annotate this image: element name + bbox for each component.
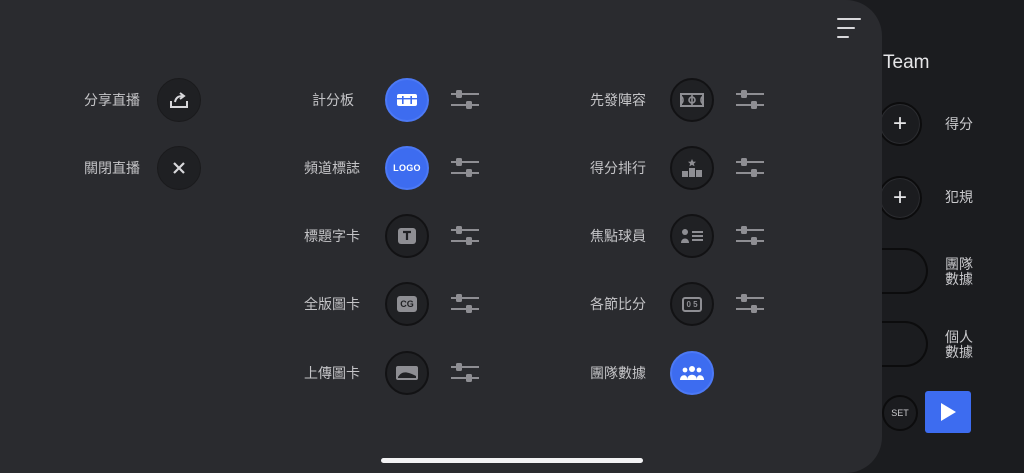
- player-stats-label-line1: 個人: [945, 329, 973, 345]
- team-stats-menu-button[interactable]: [670, 351, 714, 395]
- cg-icon: CG: [397, 296, 417, 312]
- close-icon: [173, 162, 185, 174]
- focus-player-label: 焦點球員: [590, 228, 646, 244]
- upload-card-button[interactable]: [385, 351, 429, 395]
- plus-icon: +: [892, 184, 907, 211]
- set-button[interactable]: SET: [882, 395, 918, 431]
- add-score-label: 得分: [945, 116, 973, 132]
- starting-lineup-label: 先發陣容: [590, 92, 646, 108]
- score-ranking-button[interactable]: [670, 146, 714, 190]
- quarter-score-settings-icon[interactable]: [736, 293, 764, 315]
- add-foul-button[interactable]: +: [878, 176, 922, 220]
- quarter-score-label: 各節比分: [590, 296, 646, 312]
- add-foul-label: 犯規: [945, 189, 973, 205]
- team-stats-row[interactable]: [878, 248, 928, 294]
- focus-player-settings-icon[interactable]: [736, 225, 764, 247]
- plus-icon: +: [892, 110, 907, 137]
- channel-logo-settings-icon[interactable]: [451, 157, 479, 179]
- title-card-button[interactable]: [385, 214, 429, 258]
- full-card-settings-icon[interactable]: [451, 293, 479, 315]
- add-score-row[interactable]: +: [878, 102, 922, 146]
- channel-logo-button[interactable]: LOGO: [385, 146, 429, 190]
- player-stats-row[interactable]: [878, 321, 928, 367]
- quarter-score-icon: 0 5: [682, 296, 702, 312]
- score-ranking-label: 得分排行: [590, 160, 646, 176]
- full-card-button[interactable]: CG: [385, 282, 429, 326]
- upload-card-label: 上傳圖卡: [304, 365, 360, 381]
- play-icon: [941, 403, 956, 421]
- menu-icon[interactable]: [837, 18, 861, 40]
- player-stats-button[interactable]: [878, 321, 928, 367]
- logo-icon: LOGO: [393, 163, 421, 173]
- quarter-score-button[interactable]: 0 5: [670, 282, 714, 326]
- overlay-menu-panel: 分享直播 關閉直播 計分板 頻道標誌 LOGO 標題字卡 全版圖卡 CG 上傳圖…: [0, 0, 882, 473]
- team-title: Team: [883, 52, 930, 73]
- focus-player-button[interactable]: [670, 214, 714, 258]
- player-stats-label-line2: 數據: [945, 344, 973, 360]
- image-icon: [396, 366, 418, 380]
- scoreboard-button[interactable]: [385, 78, 429, 122]
- podium-icon: [682, 159, 702, 177]
- player-card-icon: [681, 229, 703, 243]
- play-button[interactable]: [925, 391, 971, 433]
- add-score-button[interactable]: +: [878, 102, 922, 146]
- title-card-settings-icon[interactable]: [451, 225, 479, 247]
- upload-card-settings-icon[interactable]: [451, 362, 479, 384]
- home-indicator: [381, 458, 643, 463]
- share-live-label: 分享直播: [84, 92, 140, 108]
- scoreboard-icon: [397, 94, 417, 106]
- set-label: SET: [891, 408, 909, 418]
- channel-logo-label: 頻道標誌: [304, 160, 360, 176]
- score-ranking-settings-icon[interactable]: [736, 157, 764, 179]
- share-live-button[interactable]: [157, 78, 201, 122]
- team-stats-label-line1: 團隊: [945, 256, 973, 272]
- team-stats-button[interactable]: [878, 248, 928, 294]
- team-stats-label-line2: 數據: [945, 271, 973, 287]
- scoreboard-label: 計分板: [312, 92, 354, 108]
- starting-lineup-settings-icon[interactable]: [736, 89, 764, 111]
- player-stats-label: 個人 數據: [944, 330, 974, 360]
- starting-lineup-button[interactable]: [670, 78, 714, 122]
- team-stats-label: 團隊 數據: [944, 257, 974, 287]
- team-icon: [680, 366, 704, 380]
- title-card-label: 標題字卡: [304, 228, 360, 244]
- close-live-button[interactable]: [157, 146, 201, 190]
- add-foul-row[interactable]: +: [878, 176, 922, 220]
- close-live-label: 關閉直播: [84, 160, 140, 176]
- title-card-icon: [398, 228, 416, 244]
- share-icon: [170, 92, 188, 108]
- full-card-label: 全版圖卡: [304, 296, 360, 312]
- scoreboard-settings-icon[interactable]: [451, 89, 479, 111]
- court-icon: [680, 93, 704, 107]
- team-stats-menu-label: 團隊數據: [590, 365, 646, 381]
